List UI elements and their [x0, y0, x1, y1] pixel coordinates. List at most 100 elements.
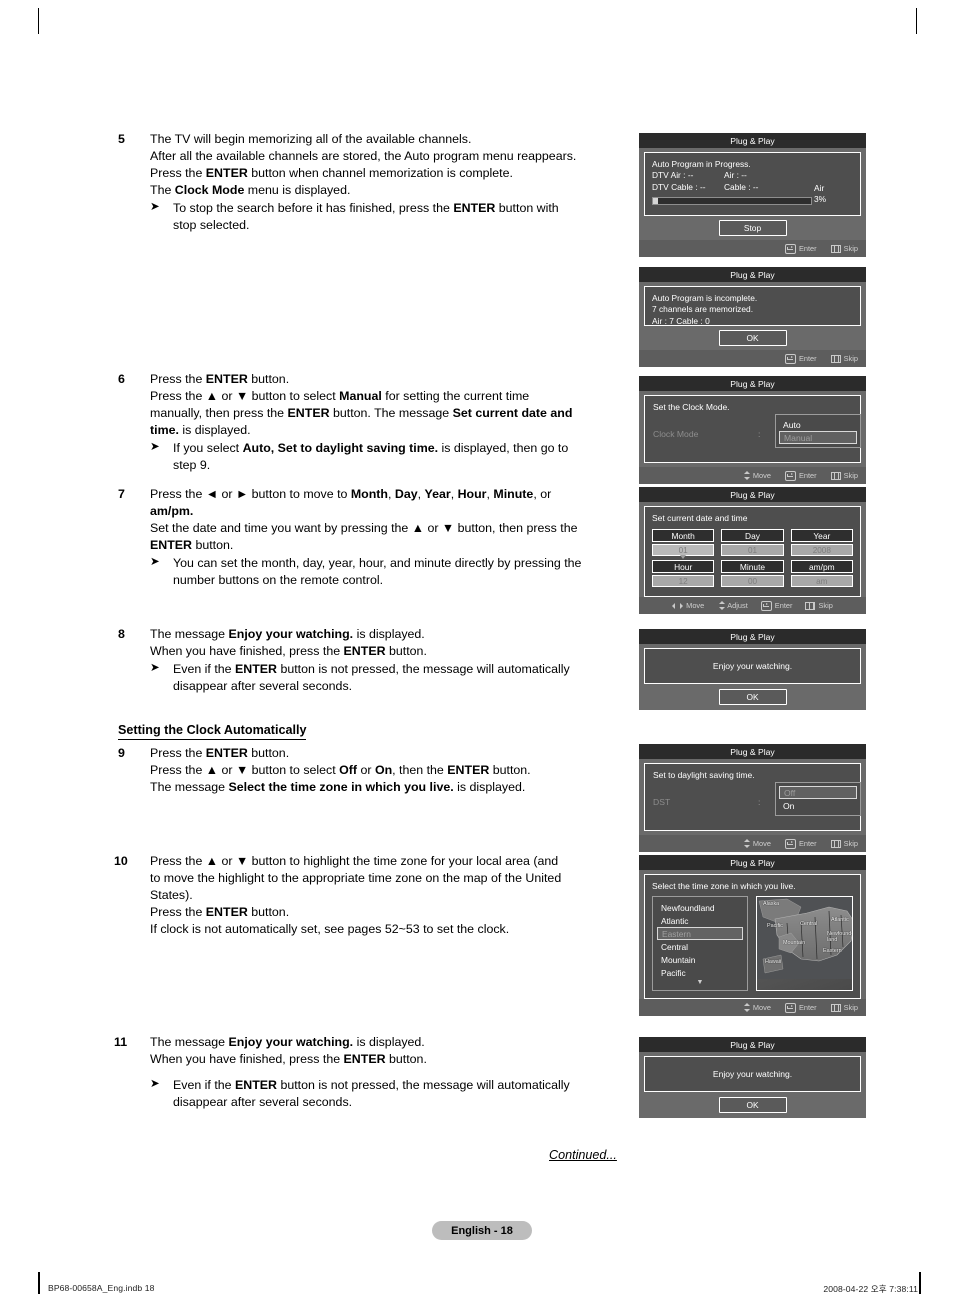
enter-icon: [760, 600, 772, 611]
osd-body: Enjoy your watching.: [644, 648, 861, 684]
dst-option-off[interactable]: Off: [779, 786, 857, 799]
stop-button[interactable]: Stop: [718, 220, 787, 236]
field-year[interactable]: Year 2008: [790, 529, 853, 556]
timezone-item-mountain[interactable]: Mountain: [657, 953, 743, 966]
osd-title: Plug & Play: [639, 855, 866, 870]
field-month-label: Month: [652, 529, 715, 542]
dst-option-on[interactable]: On: [779, 799, 857, 812]
field-minute-value[interactable]: 00: [721, 575, 784, 587]
ok-button[interactable]: OK: [718, 689, 787, 705]
timezone-list[interactable]: Newfoundland Atlantic Eastern Central Mo…: [652, 896, 748, 991]
clock-mode-colon: :: [758, 429, 761, 439]
map-label-alaska: Alaska: [763, 901, 780, 907]
bullet-arrow-icon: ➤: [150, 441, 160, 454]
field-day[interactable]: Day 01: [721, 529, 784, 556]
field-hour-value[interactable]: 12: [652, 575, 715, 587]
step-5-number: 5: [118, 132, 125, 146]
footer-skip[interactable]: Skip: [830, 839, 858, 848]
footer-enter[interactable]: Enter: [784, 353, 817, 364]
timezone-item-pacific[interactable]: Pacific: [657, 966, 743, 979]
footer-filename: BP68-00658A_Eng.indb 18: [48, 1283, 155, 1293]
footer-skip[interactable]: Skip: [805, 601, 833, 610]
step-7-line-4: ENTER button.: [150, 538, 234, 553]
footer-enter-label: Enter: [798, 839, 817, 848]
dtv-cable-value: DTV Cable : --: [652, 181, 706, 192]
step-5: 5 The TV will begin memorizing all of th…: [118, 131, 630, 235]
map-label-atlantic: Atlantic: [831, 917, 849, 923]
ok-button[interactable]: OK: [718, 330, 787, 346]
step-7-note: ➤ You can set the month, day, year, hour…: [150, 556, 582, 588]
field-year-value[interactable]: 2008: [790, 544, 853, 556]
footer-adjust[interactable]: Adjust: [717, 601, 748, 610]
step-11-line-2: When you have finished, press the ENTER …: [150, 1052, 427, 1067]
footer-enter[interactable]: Enter: [760, 600, 792, 611]
footer-adjust-label: Adjust: [727, 601, 748, 610]
field-ampm[interactable]: am/pm am: [790, 560, 853, 587]
footer-skip[interactable]: Skip: [830, 471, 858, 480]
clock-mode-row: Clock Mode : Auto Manual: [645, 412, 861, 458]
bullet-arrow-icon: ➤: [150, 1078, 160, 1091]
clock-mode-option-auto[interactable]: Auto: [779, 418, 857, 431]
ok-button[interactable]: OK: [718, 1097, 787, 1113]
osd-actions: OK: [639, 684, 866, 710]
osd-title: Plug & Play: [639, 1037, 866, 1052]
footer-skip[interactable]: Skip: [830, 354, 858, 363]
step-10-number: 10: [114, 854, 128, 868]
osd-panel-clock-mode: Plug & Play Set the Clock Mode. Clock Mo…: [639, 376, 866, 484]
footer-skip-label: Skip: [843, 471, 858, 480]
timezone-item-central[interactable]: Central: [657, 940, 743, 953]
step-11: 11 The message Enjoy your watching. is d…: [114, 1034, 662, 1111]
step-9-number: 9: [118, 746, 125, 760]
step-5-line-2: After all the available channels are sto…: [150, 149, 577, 164]
section-heading: Setting the Clock Automatically: [118, 723, 307, 740]
footer-move[interactable]: Move: [672, 601, 704, 610]
footer-enter[interactable]: Enter: [784, 243, 817, 254]
clock-mode-dropdown[interactable]: Auto Manual: [775, 414, 861, 448]
map-label-newfoundland: Newfound-land: [827, 931, 853, 943]
field-year-label: Year: [790, 529, 853, 542]
footer-enter[interactable]: Enter: [784, 1002, 817, 1013]
field-hour[interactable]: Hour 12: [652, 560, 715, 587]
timezone-item-eastern[interactable]: Eastern: [657, 927, 743, 940]
osd-title: Plug & Play: [639, 133, 866, 148]
timezone-item-newfoundland[interactable]: Newfoundland: [657, 901, 743, 914]
enter-icon: [784, 470, 796, 481]
step-7-line-3: Set the date and time you want by pressi…: [150, 521, 578, 536]
clock-mode-option-manual[interactable]: Manual: [779, 431, 857, 444]
step-6-line-3: manually, then press the ENTER button. T…: [150, 406, 573, 421]
step-6: 6 Press the ENTER button. Press the ▲ or…: [118, 371, 662, 475]
footer-move[interactable]: Move: [743, 471, 771, 480]
footer-enter-label: Enter: [798, 244, 817, 253]
footer-move-label: Move: [686, 601, 705, 610]
osd-panel-auto-program-incomplete: Plug & Play Auto Program is incomplete. …: [639, 267, 866, 367]
field-minute[interactable]: Minute 00: [721, 560, 784, 587]
footer-skip-label: Skip: [818, 601, 833, 610]
step-10-line-5: If clock is not automatically set, see p…: [150, 922, 510, 937]
footer-enter[interactable]: Enter: [784, 838, 817, 849]
footer-skip[interactable]: Skip: [830, 244, 858, 253]
footer-skip-label: Skip: [843, 354, 858, 363]
timezone-scroll-down-icon[interactable]: ▼: [657, 979, 743, 988]
footer-move[interactable]: Move: [743, 839, 771, 848]
timezone-map[interactable]: Alaska Pacific Central Atlantic Newfound…: [756, 896, 853, 991]
footer-enter[interactable]: Enter: [784, 470, 817, 481]
field-month[interactable]: Month 01: [652, 529, 715, 559]
enjoy-message: Enjoy your watching.: [712, 1069, 793, 1079]
step-10: 10 Press the ▲ or ▼ button to highlight …: [114, 853, 662, 938]
timezone-item-atlantic[interactable]: Atlantic: [657, 914, 743, 927]
osd-panel-date-time: Plug & Play Set current date and time Mo…: [639, 487, 866, 614]
skip-icon: [830, 471, 841, 480]
enter-icon: [784, 1002, 796, 1013]
footer-move-label: Move: [752, 471, 771, 480]
field-month-value[interactable]: 01: [652, 544, 715, 559]
field-ampm-value[interactable]: am: [790, 575, 853, 587]
dtv-air-value: DTV Air : --: [652, 170, 694, 181]
field-day-value[interactable]: 01: [721, 544, 784, 556]
step-6-note: ➤ If you select Auto, Set to daylight sa…: [150, 441, 569, 473]
footer-move[interactable]: Move: [743, 1003, 771, 1012]
osd-panel-time-zone: Plug & Play Select the time zone in whic…: [639, 855, 866, 1016]
step-6-line-2: Press the ▲ or ▼ button to select Manual…: [150, 389, 530, 404]
adjust-updown-icon: [717, 601, 725, 610]
dst-dropdown[interactable]: Off On: [775, 782, 861, 816]
footer-skip[interactable]: Skip: [830, 1003, 858, 1012]
